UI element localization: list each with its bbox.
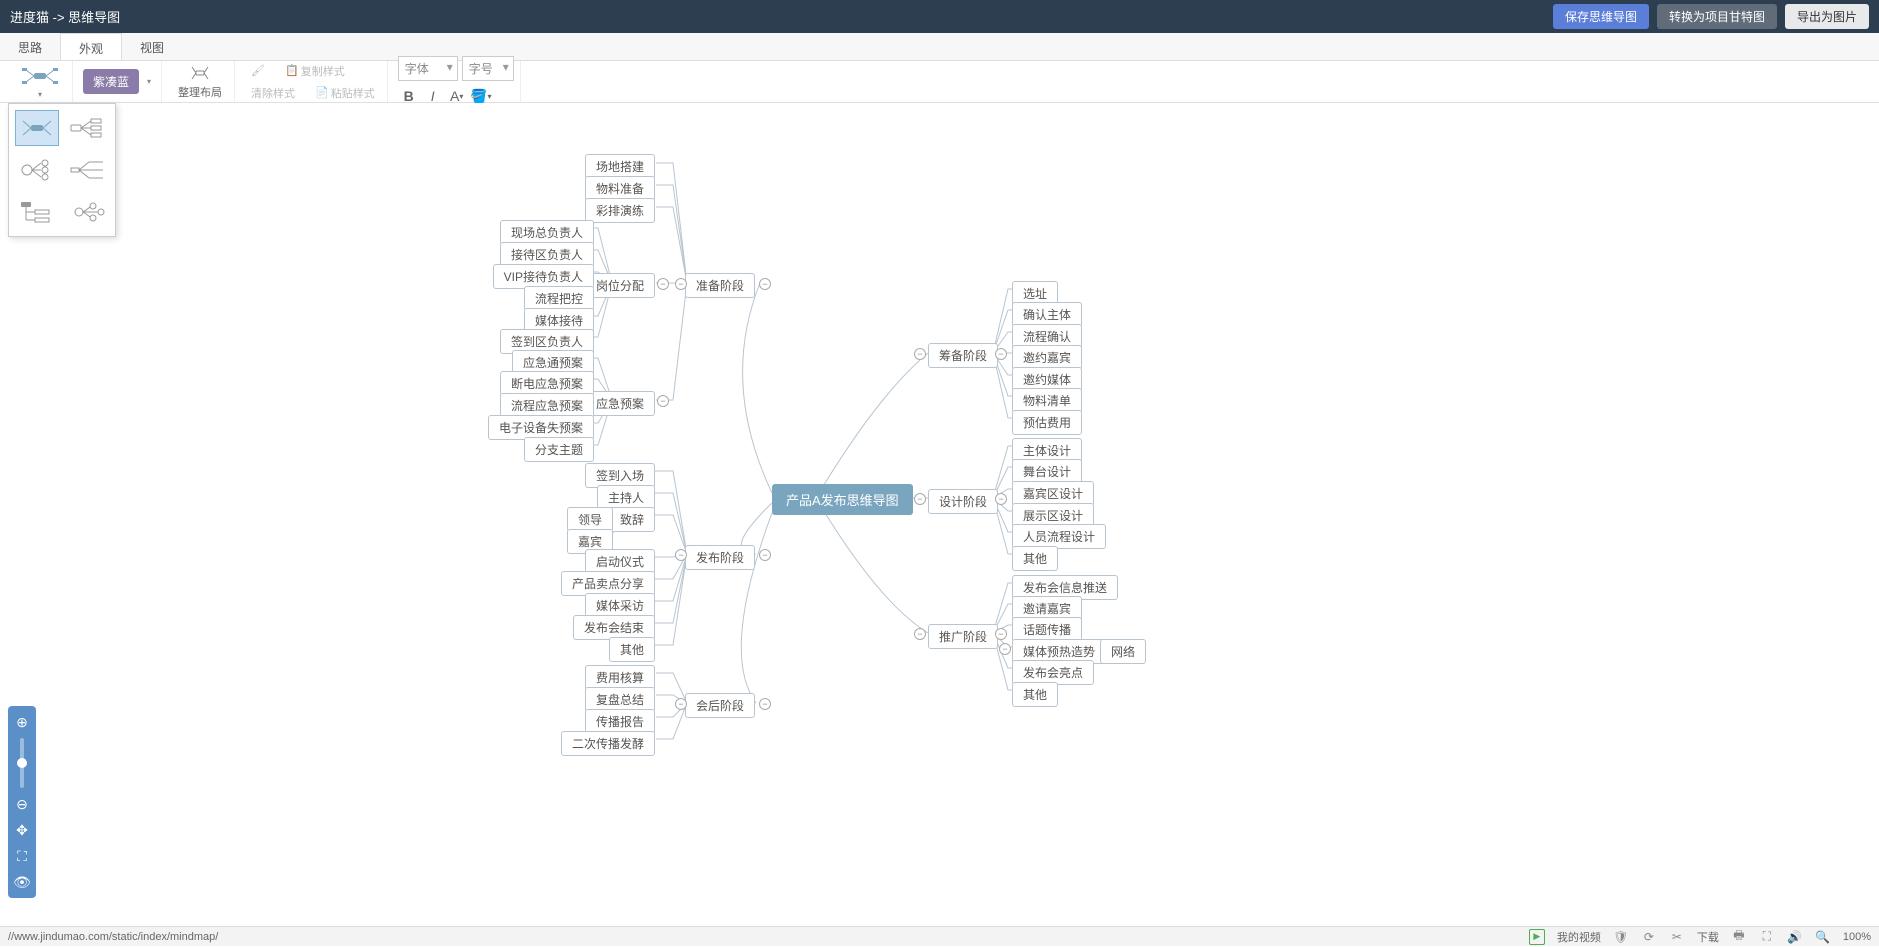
convert-button[interactable]: 转换为项目甘特图 xyxy=(1657,4,1777,29)
arrange-icon xyxy=(188,64,212,82)
copy-style-button[interactable]: 📋 复制样式 xyxy=(279,61,351,81)
scissors-icon[interactable]: ✂ xyxy=(1669,929,1685,945)
paste-style-button[interactable]: 📄 粘贴样式 xyxy=(309,83,381,103)
layout-group: ▾ xyxy=(8,61,73,102)
layout-option-radial[interactable] xyxy=(15,110,59,146)
collapse-icon[interactable]: − xyxy=(759,549,771,561)
node-leaf[interactable]: 其他 xyxy=(1012,682,1058,707)
tab-appearance[interactable]: 外观 xyxy=(60,33,122,60)
shield-icon[interactable]: 🛡 xyxy=(1613,929,1629,945)
node-speech[interactable]: 致辞 xyxy=(609,507,655,532)
style-group: 🖌 📋 复制样式 清除样式 📄 粘贴样式 xyxy=(239,61,388,102)
collapse-icon[interactable]: − xyxy=(914,628,926,640)
font-select[interactable]: 字体 xyxy=(398,56,458,81)
node-root[interactable]: 产品A发布思维导图 xyxy=(772,484,913,515)
layout-option-right-tree[interactable] xyxy=(65,110,109,146)
node-leaf[interactable]: 其他 xyxy=(1012,546,1058,571)
refresh-icon[interactable]: ⟳ xyxy=(1641,929,1657,945)
toolbar: ▾ 紫凑蓝 ▾ 整理布局 🖌 📋 复制样式 清除样式 xyxy=(0,61,1879,103)
move-button[interactable]: ✥ xyxy=(12,820,32,840)
node-leaf[interactable]: 彩排演练 xyxy=(585,198,655,223)
zoom-in-button[interactable]: ⊕ xyxy=(12,712,32,732)
status-bar: //www.jindumao.com/static/index/mindmap/… xyxy=(0,926,1879,946)
download-label[interactable]: 下载 xyxy=(1697,929,1719,945)
collapse-icon[interactable]: − xyxy=(999,643,1011,655)
node-design[interactable]: 设计阶段 xyxy=(928,489,998,514)
layout-option-fishbone[interactable] xyxy=(65,194,109,230)
node-release[interactable]: 发布阶段 xyxy=(685,545,755,570)
collapse-icon[interactable]: − xyxy=(914,348,926,360)
mindmap-canvas[interactable]: 产品A发布思维导图 准备阶段 − − 场地搭建 物料准备 彩排演练 岗位分配 −… xyxy=(0,103,1879,926)
status-right: ▶ 我的视频 🛡 ⟳ ✂ 下载 🖶 ⛶ 🔊 🔍 100% xyxy=(1529,929,1871,945)
chevron-down-icon[interactable]: ▾ xyxy=(143,77,155,86)
clear-style-label[interactable]: 清除样式 xyxy=(245,83,301,103)
app-title: 进度猫 -> 思维导图 xyxy=(10,7,1553,26)
node-position[interactable]: 岗位分配 xyxy=(585,273,655,298)
save-button[interactable]: 保存思维导图 xyxy=(1553,4,1649,29)
arrange-layout-button[interactable]: 整理布局 xyxy=(172,62,228,102)
collapse-icon[interactable]: − xyxy=(995,493,1007,505)
node-leaf[interactable]: 二次传播发酵 xyxy=(561,731,655,756)
node-promote[interactable]: 推广阶段 xyxy=(928,624,998,649)
zoom-control: ⊕ ⊖ ✥ ⛶ 👁 xyxy=(8,706,36,898)
my-video-label[interactable]: 我的视频 xyxy=(1557,929,1601,945)
node-emergency[interactable]: 应急预案 xyxy=(585,391,655,416)
zoom-percent[interactable]: 100% xyxy=(1843,931,1871,943)
font-group: 字体 字号 B I A▾ 🪣▾ xyxy=(392,61,521,102)
collapse-icon[interactable]: − xyxy=(675,698,687,710)
node-leaf[interactable]: 预估费用 xyxy=(1012,410,1082,435)
collapse-icon[interactable]: − xyxy=(657,278,669,290)
collapse-icon[interactable]: − xyxy=(914,493,926,505)
clear-style-button[interactable]: 🖌 xyxy=(245,61,271,81)
brush-icon: 🖌 xyxy=(251,64,265,77)
fit-button[interactable]: ⛶ xyxy=(12,846,32,866)
collapse-icon[interactable]: − xyxy=(995,628,1007,640)
tab-view[interactable]: 视图 xyxy=(122,33,182,60)
layout-template-button[interactable]: ▾ xyxy=(14,62,66,101)
layout-option-logic[interactable] xyxy=(65,152,109,188)
connectors xyxy=(0,103,1879,926)
arrange-group: 整理布局 xyxy=(166,61,235,102)
collapse-icon[interactable]: − xyxy=(759,698,771,710)
chevron-down-icon: ▾ xyxy=(34,90,46,99)
layout-dropdown xyxy=(8,103,116,237)
top-buttons: 保存思维导图 转换为项目甘特图 导出为图片 xyxy=(1553,4,1869,29)
zoom-search-icon[interactable]: 🔍 xyxy=(1815,929,1831,945)
volume-icon[interactable]: 🔊 xyxy=(1787,929,1803,945)
tab-bar: 思路 外观 视图 xyxy=(0,33,1879,61)
copy-icon: 📋 xyxy=(285,64,299,77)
print-icon[interactable]: 🖶 xyxy=(1731,929,1747,945)
node-after[interactable]: 会后阶段 xyxy=(685,693,755,718)
expand-icon[interactable]: ⛶ xyxy=(1759,929,1775,945)
theme-button[interactable]: 紫凑蓝 xyxy=(83,69,139,94)
collapse-icon[interactable]: − xyxy=(995,348,1007,360)
node-leaf[interactable]: 其他 xyxy=(609,637,655,662)
tab-idea[interactable]: 思路 xyxy=(0,33,60,60)
node-prepare[interactable]: 准备阶段 xyxy=(685,273,755,298)
status-url: //www.jindumao.com/static/index/mindmap/ xyxy=(8,931,1529,943)
theme-group: 紫凑蓝 ▾ xyxy=(77,61,162,102)
export-button[interactable]: 导出为图片 xyxy=(1785,4,1869,29)
collapse-icon[interactable]: − xyxy=(675,278,687,290)
top-bar: 进度猫 -> 思维导图 保存思维导图 转换为项目甘特图 导出为图片 xyxy=(0,0,1879,33)
collapse-icon[interactable]: − xyxy=(675,549,687,561)
eye-button[interactable]: 👁 xyxy=(12,872,32,892)
paste-icon: 📄 xyxy=(315,86,329,99)
zoom-slider[interactable] xyxy=(20,738,24,788)
collapse-icon[interactable]: − xyxy=(759,278,771,290)
play-icon[interactable]: ▶ xyxy=(1529,929,1545,945)
zoom-out-button[interactable]: ⊖ xyxy=(12,794,32,814)
node-leaf[interactable]: 网络 xyxy=(1100,639,1146,664)
layout-option-tree-down[interactable] xyxy=(15,194,59,230)
arrange-label: 整理布局 xyxy=(178,84,222,100)
collapse-icon[interactable]: − xyxy=(657,395,669,407)
fontsize-select[interactable]: 字号 xyxy=(462,56,514,81)
node-leaf[interactable]: 分支主题 xyxy=(524,437,594,462)
node-plan[interactable]: 筹备阶段 xyxy=(928,343,998,368)
layout-option-org[interactable] xyxy=(15,152,59,188)
